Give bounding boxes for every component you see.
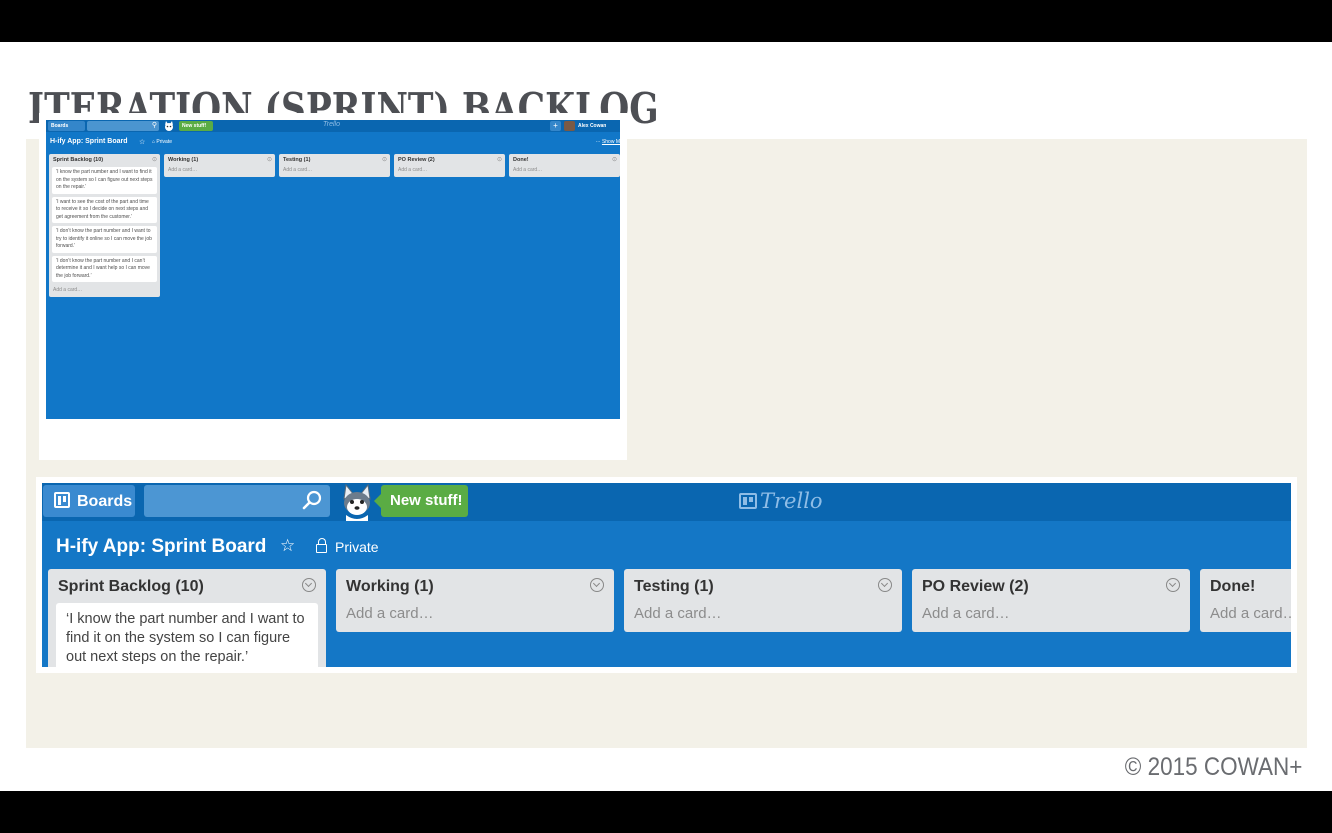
small-list-testing: Testing (1) ⊙ Add a card… <box>279 154 390 177</box>
list-card[interactable]: ‘I don’t know the part number and I want… <box>52 226 157 253</box>
list-title[interactable]: Testing (1) <box>279 154 390 165</box>
small-trello-logo: Trello <box>323 121 340 128</box>
star-icon[interactable]: ☆ <box>139 138 145 146</box>
list-title[interactable]: Working (1) <box>336 569 614 603</box>
small-add-button[interactable]: + <box>550 121 561 131</box>
add-card-link[interactable]: Add a card… <box>912 603 1190 632</box>
trello-logo-icon <box>739 493 757 509</box>
small-list-sprint-backlog: Sprint Backlog (10) ⊙ ‘I know the part n… <box>49 154 160 297</box>
list-sprint-backlog: Sprint Backlog (10) ‘I know the part num… <box>48 569 326 667</box>
show-menu-label: Show M <box>601 139 620 145</box>
add-card-link[interactable]: Add a card… <box>1200 603 1291 632</box>
search-icon: ⚲ <box>151 122 157 129</box>
zoomed-board-screenshot: Boards New stuff! Trello H-ify App: Spri… <box>36 477 1297 673</box>
trello-logo-text: Trello <box>760 489 823 513</box>
star-icon[interactable]: ☆ <box>280 536 295 556</box>
chevron-circle-icon[interactable]: ⊙ <box>497 156 502 163</box>
list-title[interactable]: Sprint Backlog (10) <box>48 569 326 603</box>
show-menu-link[interactable]: ··· Show M <box>596 139 620 145</box>
chevron-circle-icon[interactable] <box>1166 578 1180 592</box>
copyright-notice: © 2015 COWAN+ <box>1124 753 1302 781</box>
list-card[interactable]: ‘I don’t know the part number and I can’… <box>52 255 157 282</box>
add-card-link[interactable]: Add a card… <box>336 603 614 632</box>
list-working: Working (1) Add a card… <box>336 569 614 632</box>
chevron-circle-icon[interactable] <box>878 578 892 592</box>
small-list-working: Working (1) ⊙ Add a card… <box>164 154 275 177</box>
small-visibility-label: Private <box>156 139 172 145</box>
avatar[interactable] <box>564 121 575 131</box>
boards-button[interactable]: Boards <box>43 485 135 517</box>
visibility-button[interactable]: Private <box>316 538 379 555</box>
list-card[interactable]: ‘I want to see the cost of the part and … <box>52 196 157 223</box>
small-list-done: Done! ⊙ Add a card… <box>509 154 620 177</box>
add-card-link[interactable]: Add a card… <box>279 165 390 177</box>
new-stuff-label: New stuff! <box>390 492 463 509</box>
small-visibility-button[interactable]: ⌂ Private <box>152 139 172 145</box>
small-new-stuff-button[interactable]: New stuff! <box>179 121 213 131</box>
list-card[interactable]: ‘I know the part number and I want to fi… <box>56 603 318 667</box>
user-name[interactable]: Alex Cowan <box>578 123 606 129</box>
small-board: Boards ⚲ New stuff! Trello + Alex Cowan … <box>46 120 620 419</box>
zoomed-board: Boards New stuff! Trello H-ify App: Spri… <box>42 483 1291 667</box>
new-stuff-button[interactable]: New stuff! <box>374 485 468 517</box>
add-card-link[interactable]: Add a card… <box>509 165 620 177</box>
search-input[interactable] <box>144 485 330 517</box>
trello-logo: Trello <box>739 489 823 513</box>
list-title[interactable]: Testing (1) <box>624 569 902 603</box>
small-list-po-review: PO Review (2) ⊙ Add a card… <box>394 154 505 177</box>
add-card-link[interactable]: Add a card… <box>624 603 902 632</box>
list-title[interactable]: Sprint Backlog (10) <box>49 154 160 165</box>
list-title[interactable]: Done! <box>1200 569 1291 603</box>
add-card-link[interactable]: Add a card… <box>394 165 505 177</box>
chevron-circle-icon[interactable]: ⊙ <box>152 156 157 163</box>
list-done: Done! Add a card… <box>1200 569 1291 632</box>
husky-mascot-icon <box>165 121 173 131</box>
boards-label: Boards <box>77 493 133 510</box>
board-name[interactable]: H-ify App: Sprint Board <box>56 536 266 558</box>
add-card-link[interactable]: Add a card… <box>164 165 275 177</box>
list-title[interactable]: Done! <box>509 154 620 165</box>
list-testing: Testing (1) Add a card… <box>624 569 902 632</box>
chevron-circle-icon[interactable] <box>302 578 316 592</box>
small-boards-button[interactable]: Boards <box>48 121 85 131</box>
add-card-link[interactable]: Add a card… <box>49 285 160 297</box>
list-po-review: PO Review (2) Add a card… <box>912 569 1190 632</box>
list-title[interactable]: PO Review (2) <box>394 154 505 165</box>
small-search-input[interactable]: ⚲ <box>87 121 159 131</box>
lock-icon <box>316 538 327 553</box>
husky-mascot-icon <box>343 483 371 521</box>
list-title[interactable]: PO Review (2) <box>912 569 1190 603</box>
list-title[interactable]: Working (1) <box>164 154 275 165</box>
chevron-circle-icon[interactable]: ⊙ <box>267 156 272 163</box>
small-boards-label: Boards <box>51 123 69 129</box>
small-new-stuff-label: New stuff! <box>182 123 207 129</box>
chevron-circle-icon[interactable]: ⊙ <box>612 156 617 163</box>
search-icon <box>302 490 322 510</box>
visibility-label: Private <box>335 539 379 555</box>
list-card[interactable]: ‘I know the part number and I want to fi… <box>52 167 157 194</box>
boards-icon <box>54 492 70 508</box>
chevron-circle-icon[interactable] <box>590 578 604 592</box>
small-board-name[interactable]: H-ify App: Sprint Board <box>50 138 128 145</box>
small-board-screenshot: Boards ⚲ New stuff! Trello + Alex Cowan … <box>39 113 627 460</box>
chevron-circle-icon[interactable]: ⊙ <box>382 156 387 163</box>
